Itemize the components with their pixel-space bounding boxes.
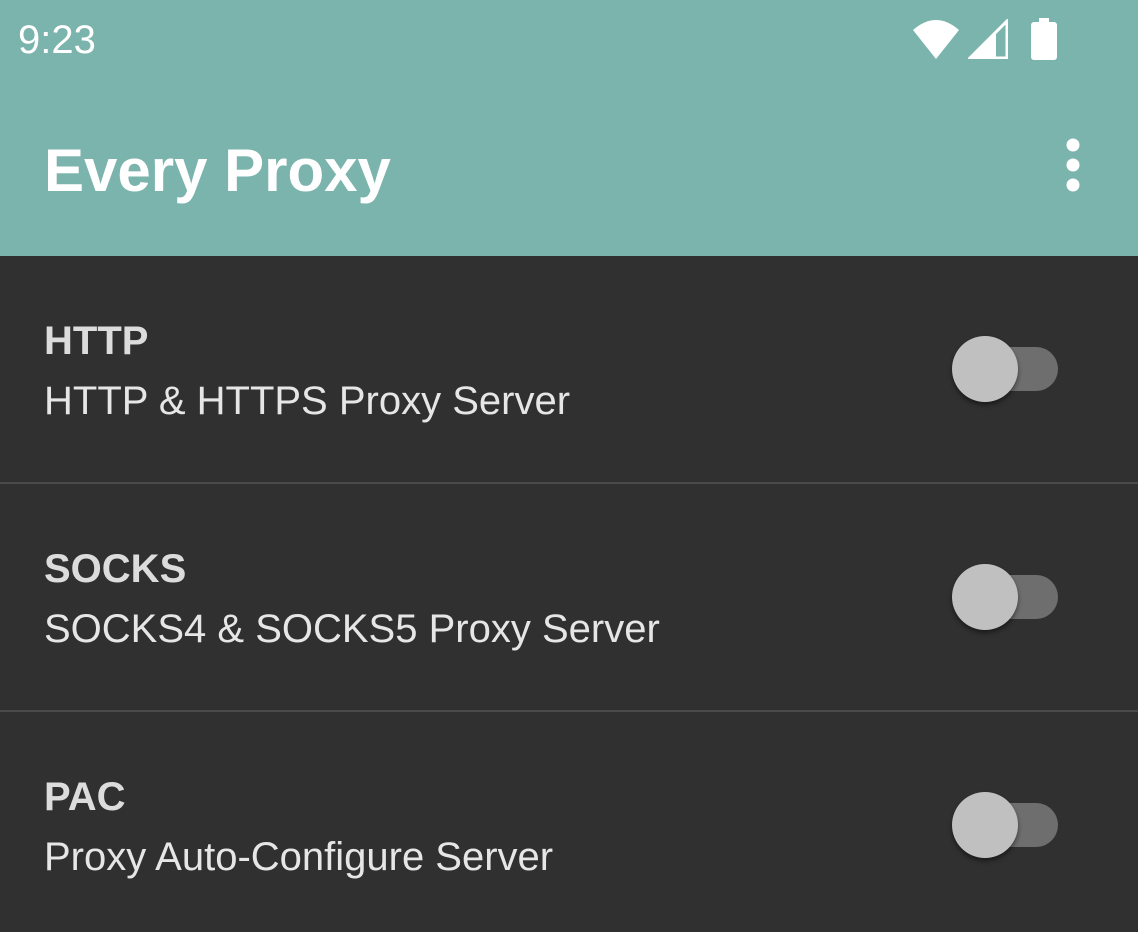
item-title: PAC (44, 775, 126, 819)
status-time: 9:23 (18, 18, 96, 62)
proxy-list: HTTP HTTP & HTTPS Proxy Server SOCKS SOC… (0, 256, 1138, 932)
http-toggle[interactable] (952, 336, 1060, 402)
cell-signal-icon (968, 19, 1008, 59)
list-item-http[interactable]: HTTP HTTP & HTTPS Proxy Server (0, 256, 1138, 484)
list-item-pac[interactable]: PAC Proxy Auto-Configure Server (0, 712, 1138, 932)
app-header: 9:23 Every Proxy (0, 0, 1138, 256)
switch-thumb (952, 336, 1018, 402)
item-title: HTTP (44, 319, 149, 363)
pac-toggle[interactable] (952, 792, 1060, 858)
item-subtitle: Proxy Auto-Configure Server (44, 835, 554, 879)
list-item-socks[interactable]: SOCKS SOCKS4 & SOCKS5 Proxy Server (0, 484, 1138, 712)
wifi-icon (912, 18, 960, 60)
item-subtitle: SOCKS4 & SOCKS5 Proxy Server (44, 607, 660, 651)
battery-icon (1030, 17, 1058, 61)
item-title: SOCKS (44, 547, 187, 591)
more-options-button[interactable] (1048, 132, 1098, 202)
item-subtitle: HTTP & HTTPS Proxy Server (44, 379, 571, 423)
switch-thumb (952, 564, 1018, 630)
app-screen: 9:23 Every Proxy HTTP HTTP & HTTPS Proxy… (0, 0, 1138, 932)
status-icons (912, 14, 1058, 64)
switch-thumb (952, 792, 1018, 858)
more-vert-icon (1065, 138, 1081, 197)
socks-toggle[interactable] (952, 564, 1060, 630)
app-title: Every Proxy (44, 137, 391, 204)
